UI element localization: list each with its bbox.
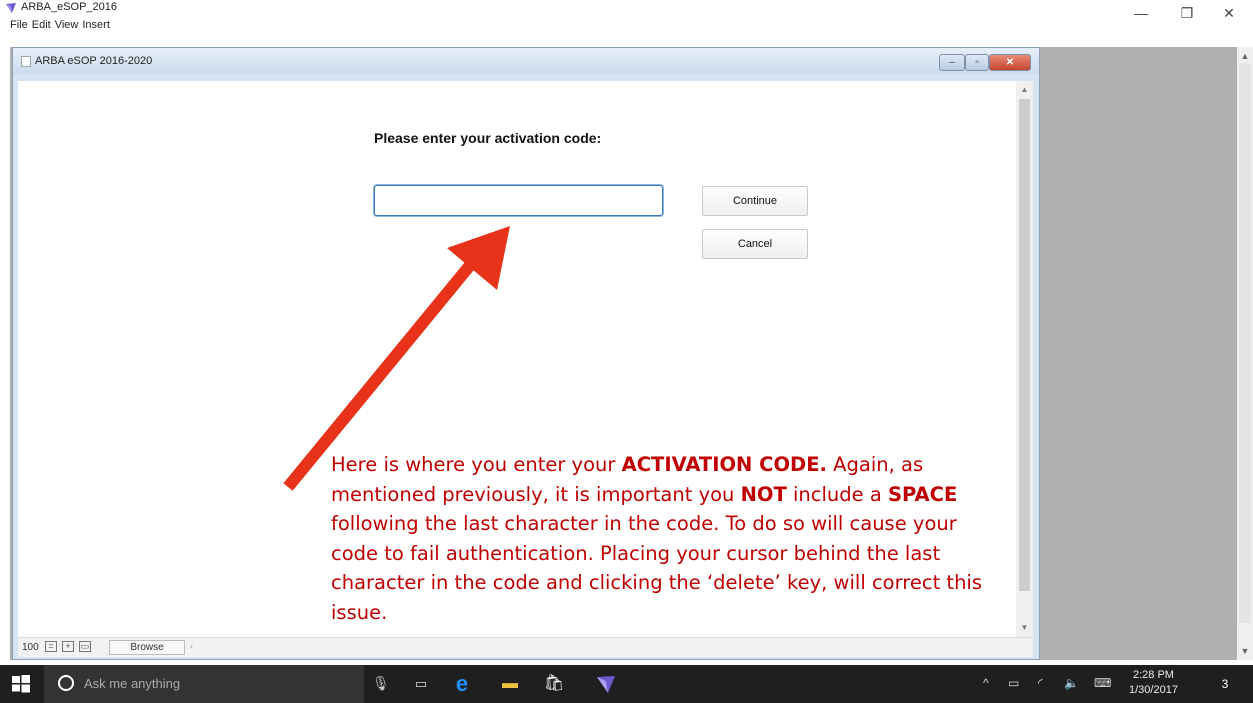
page-view-icon[interactable]: ▭ <box>79 641 91 652</box>
menu-file[interactable]: File <box>10 19 28 31</box>
notification-count: 3 <box>1221 677 1229 691</box>
annotation-part-3: include a <box>786 482 889 506</box>
annotation-part-4: following the last character in the code… <box>331 512 983 624</box>
wifi-icon[interactable]: ◜ <box>1038 676 1043 690</box>
desktop-screen: ARBA_eSOP_2016 — ❐ ✕ File Edit View Insert … <box>0 0 1253 703</box>
annotation-part-1: Here is where you enter your <box>331 453 622 476</box>
inner-statusbar: 100 = + ▭ Browse ‹ <box>18 637 1033 657</box>
store-icon[interactable]: 🛍 <box>543 673 565 695</box>
clock-time: 2:28 PM <box>1132 669 1174 681</box>
clock-date: 1/30/2017 <box>1129 684 1178 696</box>
inner-maximize-button[interactable]: ▫ <box>965 54 989 71</box>
close-button[interactable]: ✕ <box>1214 2 1244 24</box>
restore-button[interactable]: ❐ <box>1172 2 1202 24</box>
scroll-thumb[interactable] <box>1239 63 1251 623</box>
scroll-up-icon[interactable]: ▲ <box>1237 49 1253 63</box>
document-icon <box>21 56 31 67</box>
annotation-activation-code: ACTIVATION CODE. <box>621 453 827 476</box>
app-titlebar: ARBA_eSOP_2016 — ❐ ✕ <box>0 0 1253 21</box>
minimize-button[interactable]: — <box>1126 2 1156 24</box>
tray-overflow-icon[interactable]: ^ <box>983 676 989 690</box>
scroll-left-icon[interactable]: ‹ <box>190 641 193 652</box>
task-view-icon[interactable]: ▭ <box>410 673 432 695</box>
battery-icon[interactable]: ▭ <box>1008 676 1019 690</box>
inner-window-controls: – ▫ ✕ <box>939 54 1033 72</box>
app-taskbar-icon[interactable] <box>595 673 617 695</box>
clock[interactable]: 2:28 PM 1/30/2017 <box>1129 668 1178 698</box>
menu-view[interactable]: View <box>55 19 79 31</box>
cancel-button[interactable]: Cancel <box>702 229 808 259</box>
activation-code-input[interactable] <box>374 185 663 216</box>
zoom-level[interactable]: 100 <box>22 642 39 653</box>
annotation-text: Here is where you enter your ACTIVATION … <box>331 450 991 627</box>
menu-edit[interactable]: Edit <box>32 19 51 31</box>
inner-scroll-up-icon[interactable]: ▲ <box>1016 83 1033 97</box>
inner-minimize-button[interactable]: – <box>939 54 965 71</box>
zoom-in-icon[interactable]: + <box>62 641 74 652</box>
inner-close-button[interactable]: ✕ <box>989 54 1031 71</box>
edge-browser-icon[interactable]: e <box>451 673 473 695</box>
windows-start-icon[interactable] <box>12 675 30 693</box>
inner-titlebar: ARBA eSOP 2016-2020 – ▫ ✕ <box>13 48 1039 74</box>
inner-scroll-down-icon[interactable]: ▼ <box>1016 621 1033 635</box>
app-logo-icon <box>6 3 16 13</box>
outer-vertical-scrollbar[interactable]: ▲ ▼ <box>1237 47 1253 660</box>
inner-window-title: ARBA eSOP 2016-2020 <box>35 55 153 67</box>
search-placeholder: Ask me anything <box>84 676 181 691</box>
taskbar-search-box[interactable]: Ask me anything <box>44 665 364 703</box>
file-explorer-icon[interactable]: ▬ <box>499 673 521 695</box>
notification-center-icon[interactable]: 3 <box>1215 674 1235 694</box>
annotation-space: SPACE <box>888 482 958 506</box>
activation-prompt: Please enter your activation code: <box>374 130 602 146</box>
inner-scroll-thumb[interactable] <box>1019 99 1030 591</box>
keyboard-icon[interactable]: ⌨ <box>1094 676 1111 690</box>
scroll-down-icon[interactable]: ▼ <box>1237 644 1253 658</box>
cortana-icon <box>58 675 74 691</box>
menubar: File Edit View Insert <box>0 19 110 35</box>
annotation-not: NOT <box>740 482 787 506</box>
inner-vertical-scrollbar[interactable]: ▲ ▼ <box>1016 81 1033 637</box>
continue-button[interactable]: Continue <box>702 186 808 216</box>
menu-insert[interactable]: Insert <box>82 19 110 31</box>
zoom-out-icon[interactable]: = <box>45 641 57 652</box>
microphone-icon[interactable]: 🎙 <box>372 675 390 692</box>
app-title: ARBA_eSOP_2016 <box>21 1 118 13</box>
taskbar: Ask me anything 🎙 ▭ e ▬ 🛍 ^ ▭ ◜ 🔈 ⌨ 2:28… <box>0 665 1253 703</box>
browse-mode-field[interactable]: Browse <box>109 640 185 655</box>
volume-icon[interactable]: 🔈 <box>1064 676 1079 690</box>
